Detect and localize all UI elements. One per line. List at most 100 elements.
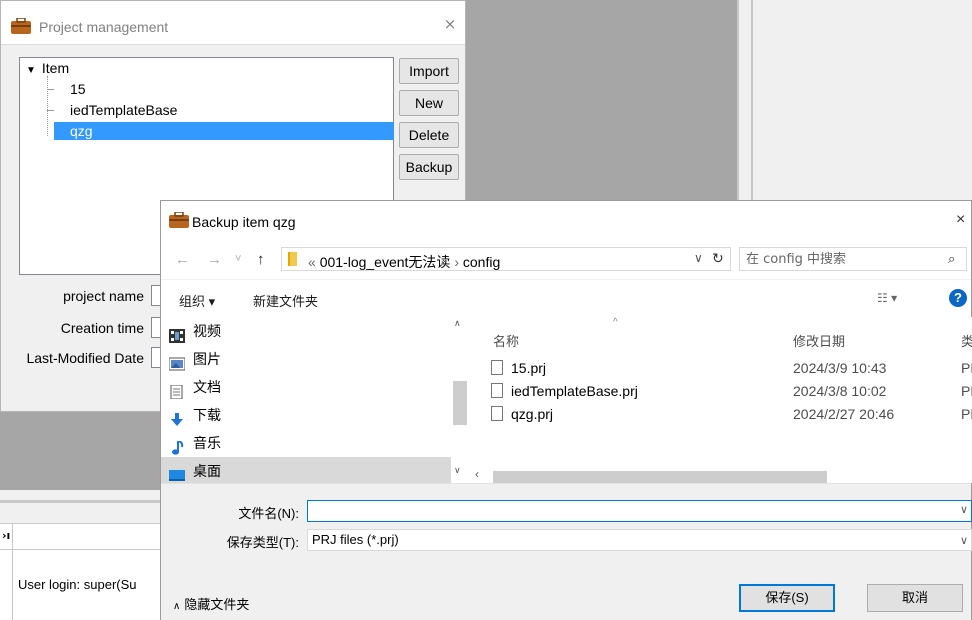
folder-icon: [288, 252, 297, 266]
navigation-bar: ← → ˅ ↑ « 001-log_event无法读 › config ∨ ↻ …: [161, 239, 971, 279]
tree-item-selected[interactable]: qzg: [54, 122, 394, 140]
up-arrow-icon[interactable]: ↑: [257, 251, 265, 268]
briefcase-icon: [11, 17, 31, 38]
last-modified-label: Last-Modified Date: [26, 350, 144, 366]
import-button[interactable]: Import: [399, 58, 459, 84]
file-name: qzg.prj: [511, 406, 554, 422]
file-row[interactable]: iedTemplateBase.prj 2024/3/8 10:02 PF: [491, 380, 972, 402]
nav-scrollbar[interactable]: ∧ ∨: [451, 317, 467, 483]
breadcrumb-overflow[interactable]: «: [308, 254, 316, 270]
search-box[interactable]: ⌕: [739, 247, 967, 271]
file-icon: [491, 360, 503, 375]
splitter[interactable]: [751, 0, 753, 200]
scroll-left-icon[interactable]: ‹: [475, 467, 479, 481]
new-folder-button[interactable]: 新建文件夹: [253, 291, 318, 310]
column-header-type[interactable]: 类: [961, 331, 972, 350]
pictures-icon: [168, 352, 186, 371]
view-options-icon[interactable]: ☷ ▾: [877, 291, 897, 305]
delete-button[interactable]: Delete: [399, 122, 459, 148]
cancel-button[interactable]: 取消: [867, 584, 963, 612]
column-header-name[interactable]: 名称: [493, 331, 519, 350]
scroll-down-icon[interactable]: ∨: [454, 465, 461, 476]
expand-icon[interactable]: ▼: [26, 65, 36, 76]
breadcrumb: « 001-log_event无法读 › config: [308, 252, 500, 272]
nav-item-documents[interactable]: 文档: [161, 373, 451, 401]
project-name-label: project name: [63, 288, 144, 304]
chevron-down-icon[interactable]: ∨: [694, 251, 703, 265]
file-type: PF: [961, 360, 972, 376]
chevron-down-icon[interactable]: ∨: [960, 503, 968, 516]
new-button[interactable]: New: [399, 90, 459, 116]
horizontal-scrollbar[interactable]: ‹: [471, 467, 972, 483]
close-icon[interactable]: ×: [956, 211, 965, 229]
background-area: [0, 410, 160, 490]
nav-item-music[interactable]: 音乐: [161, 429, 451, 457]
title-bar: Backup item qzg ×: [161, 201, 971, 239]
column-resize-icon: ›ı: [2, 529, 11, 542]
nav-item-downloads[interactable]: 下载: [161, 401, 451, 429]
filename-field[interactable]: ∨: [307, 500, 972, 522]
filename-label: 文件名(N):: [238, 506, 299, 521]
dialog-title: Backup item qzg: [192, 214, 296, 230]
nav-item-videos[interactable]: 视频: [161, 317, 451, 345]
scroll-up-icon[interactable]: ∧: [454, 318, 461, 329]
right-panel: [737, 0, 972, 200]
navigation-pane: 视频 图片 文档 下载 音乐 桌面 ∧ ∨: [161, 317, 469, 485]
desktop-icon: [169, 464, 185, 481]
nav-item-label: 桌面: [193, 463, 221, 479]
chevron-down-icon[interactable]: ∨: [960, 531, 968, 551]
music-icon: [169, 436, 185, 455]
log-table-header: ›ı: [0, 523, 160, 550]
help-icon[interactable]: ?: [949, 289, 967, 307]
breadcrumb-item[interactable]: 001-log_event无法读: [320, 254, 451, 270]
backup-button[interactable]: Backup: [399, 154, 459, 180]
file-icon: [491, 406, 503, 421]
nav-item-desktop[interactable]: 桌面: [161, 457, 451, 485]
filetype-value: PRJ files (*.prj): [312, 532, 399, 547]
nav-item-label: 视频: [193, 323, 221, 339]
forward-arrow-icon[interactable]: →: [207, 251, 222, 268]
scrollbar-thumb[interactable]: [453, 381, 467, 425]
hide-folders-toggle[interactable]: ∧ 隐藏文件夹: [173, 594, 249, 613]
save-button[interactable]: 保存(S): [739, 584, 835, 612]
creation-time-label: Creation time: [60, 320, 144, 336]
nav-item-label: 下载: [193, 407, 221, 423]
file-modified: 2024/2/27 20:46: [793, 406, 895, 422]
filename-input[interactable]: [308, 501, 948, 521]
search-input[interactable]: [746, 250, 936, 268]
file-name: iedTemplateBase.prj: [511, 383, 638, 399]
documents-icon: [169, 380, 185, 400]
tree-item[interactable]: iedTemplateBase: [47, 101, 177, 119]
file-type: PF: [961, 383, 972, 399]
tree-root[interactable]: ▼ Item: [26, 60, 69, 76]
file-list: ^ 名称 修改日期 类 15.prj 2024/3/9 10:43 PF ied…: [471, 317, 972, 483]
toolbar: 组织 ▾ 新建文件夹 ☷ ▾ ?: [161, 279, 971, 317]
splitter[interactable]: [0, 500, 160, 503]
close-icon[interactable]: ×: [441, 15, 459, 33]
organize-menu[interactable]: 组织 ▾: [179, 291, 215, 310]
file-icon: [491, 383, 503, 398]
video-icon: [169, 324, 185, 343]
log-table: User login: super(Su: [0, 550, 160, 620]
tree-connector: [47, 76, 48, 136]
file-row[interactable]: qzg.prj 2024/2/27 20:46 PF: [491, 403, 972, 425]
column-header-modified[interactable]: 修改日期: [793, 331, 845, 350]
file-name: 15.prj: [511, 360, 547, 376]
refresh-icon[interactable]: ↻: [712, 250, 724, 267]
search-icon[interactable]: ⌕: [948, 251, 955, 267]
tree-item[interactable]: 15: [47, 80, 86, 98]
recent-locations-icon[interactable]: ˅: [235, 253, 241, 265]
breadcrumb-item[interactable]: config: [463, 254, 500, 270]
downloads-icon: [169, 408, 185, 426]
log-entry[interactable]: User login: super(Su: [18, 577, 137, 592]
address-bar[interactable]: « 001-log_event无法读 › config ∨ ↻: [281, 247, 731, 271]
breadcrumb-separator[interactable]: ›: [454, 254, 459, 270]
file-modified: 2024/3/9 10:43: [793, 360, 887, 376]
file-row[interactable]: 15.prj 2024/3/9 10:43 PF: [491, 357, 972, 379]
back-arrow-icon[interactable]: ←: [175, 251, 190, 268]
splitter[interactable]: [737, 0, 739, 200]
scrollbar-thumb[interactable]: [493, 471, 827, 483]
nav-item-pictures[interactable]: 图片: [161, 345, 451, 373]
background-area: [464, 0, 737, 205]
filetype-select[interactable]: PRJ files (*.prj) ∨: [307, 529, 972, 551]
